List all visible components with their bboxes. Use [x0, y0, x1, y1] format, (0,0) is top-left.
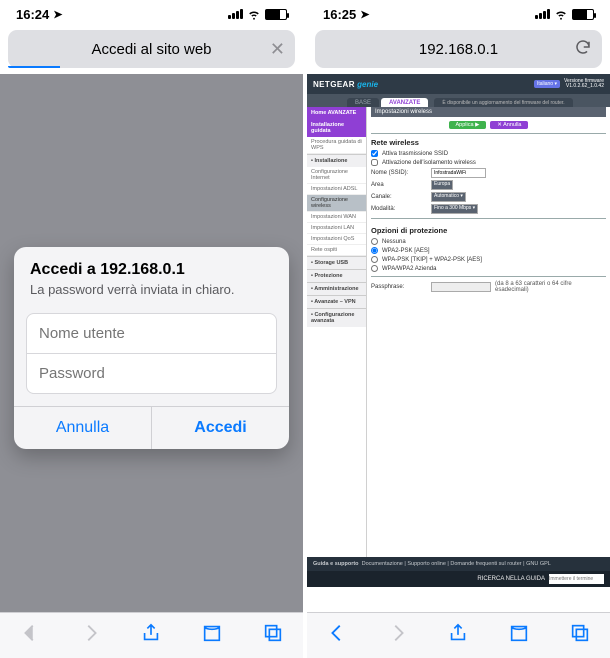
search-label: RICERCA NELLA GUIDA: [477, 576, 545, 582]
ssid-input[interactable]: [431, 168, 486, 178]
username-field[interactable]: [27, 314, 276, 353]
sidebar: Home AVANZATE Installazione guidata Proc…: [307, 107, 367, 557]
security-wpa2[interactable]: [371, 247, 378, 254]
address-title: Accedi al sito web: [91, 41, 211, 58]
page-dimmed-backdrop: Accedi a 192.168.0.1 La password verrà i…: [0, 74, 303, 612]
safari-toolbar: [307, 612, 610, 658]
share-button[interactable]: [140, 622, 162, 649]
location-icon: ➤: [360, 8, 369, 21]
dialog-title: Accedi a 192.168.0.1: [30, 261, 273, 279]
phone-right: 16:25 ➤ 192.168.0.1 NETGEAR genie Italia…: [307, 0, 610, 658]
sidebar-wps[interactable]: Procedura guidata di WPS: [307, 137, 366, 154]
status-time: 16:25: [323, 7, 356, 22]
security-mixed[interactable]: [371, 256, 378, 263]
passphrase-note: (da 8 a 63 caratteri o 64 cifre esadecim…: [495, 281, 606, 293]
safari-toolbar: [0, 612, 303, 658]
address-title: 192.168.0.1: [419, 41, 498, 58]
location-icon: ➤: [53, 8, 62, 21]
sidebar-item[interactable]: Impostazioni ADSL: [307, 184, 366, 195]
sidebar-home[interactable]: Home AVANZATE: [307, 107, 366, 119]
sidebar-cat[interactable]: • Amministrazione: [307, 282, 366, 295]
passphrase-input[interactable]: [431, 282, 491, 292]
router-footer-help: Guida e supporto Documentazione | Suppor…: [307, 557, 610, 571]
http-auth-dialog: Accedi a 192.168.0.1 La password verrà i…: [14, 247, 289, 449]
help-search-input[interactable]: [549, 574, 604, 584]
language-selector[interactable]: Italiano ▾: [534, 80, 560, 88]
settings-panel: Impostazioni wireless Applica ▶ ✕ Annull…: [367, 107, 610, 557]
section-security: Opzioni di protezione: [371, 222, 606, 237]
sidebar-wizard[interactable]: Installazione guidata: [307, 119, 366, 137]
cellular-icon: [228, 9, 243, 19]
battery-icon: [265, 9, 287, 20]
wifi-icon: [247, 7, 261, 21]
login-button[interactable]: Accedi: [152, 407, 289, 449]
security-none[interactable]: [371, 238, 378, 245]
reload-icon[interactable]: [574, 38, 592, 60]
tabs-button[interactable]: [569, 622, 591, 649]
wifi-icon: [554, 7, 568, 21]
dialog-message: La password verrà inviata in chiaro.: [30, 282, 273, 297]
sidebar-item[interactable]: Rete ospiti: [307, 245, 366, 256]
area-select[interactable]: Europa: [431, 180, 453, 190]
security-enterprise[interactable]: [371, 265, 378, 272]
battery-icon: [572, 9, 594, 20]
password-field[interactable]: [27, 354, 276, 393]
sidebar-item[interactable]: Configurazione Internet: [307, 167, 366, 184]
tabs-button[interactable]: [262, 622, 284, 649]
sidebar-item-selected[interactable]: Configurazione wireless: [307, 195, 366, 212]
loading-progress: [8, 66, 60, 68]
back-button[interactable]: [326, 622, 348, 649]
netgear-logo: NETGEAR genie: [313, 80, 378, 89]
cancel-button[interactable]: Annulla: [14, 407, 152, 449]
status-bar: 16:25 ➤: [307, 0, 610, 28]
sidebar-item[interactable]: Impostazioni WAN: [307, 212, 366, 223]
section-wireless: Rete wireless: [371, 134, 606, 149]
passphrase-label: Passphrase:: [371, 284, 427, 290]
tab-advanced[interactable]: AVANZATE: [381, 98, 428, 107]
firmware-version: Versione firmwareV1.0.2.62_1.0.42: [564, 79, 604, 90]
address-bar[interactable]: Accedi al sito web ✕: [8, 30, 295, 68]
stop-loading-icon[interactable]: ✕: [270, 39, 285, 60]
phone-left: 16:24 ➤ Accedi al sito web ✕ Accedi a 19…: [0, 0, 303, 658]
sidebar-setup-header[interactable]: • Installazione: [307, 154, 366, 167]
sidebar-item[interactable]: Impostazioni QoS: [307, 234, 366, 245]
router-page: NETGEAR genie Italiano ▾ Versione firmwa…: [307, 74, 610, 612]
forward-button: [387, 622, 409, 649]
mode-select[interactable]: Fino a 300 Mbps ▾: [431, 204, 478, 214]
router-header: NETGEAR genie Italiano ▾ Versione firmwa…: [307, 74, 610, 94]
panel-title: Impostazioni wireless: [371, 107, 606, 117]
bookmarks-button[interactable]: [201, 622, 223, 649]
bookmarks-button[interactable]: [508, 622, 530, 649]
share-button[interactable]: [447, 622, 469, 649]
cancel-button[interactable]: ✕ Annulla: [490, 121, 528, 129]
channel-select[interactable]: Automatico ▾: [431, 192, 466, 202]
sidebar-cat[interactable]: • Configurazione avanzata: [307, 308, 366, 327]
main-tabs: BASE AVANZATE È disponibile un aggiornam…: [307, 94, 610, 107]
cellular-icon: [535, 9, 550, 19]
apply-button[interactable]: Applica ▶: [449, 121, 487, 129]
sidebar-item[interactable]: Impostazioni LAN: [307, 223, 366, 234]
sidebar-cat[interactable]: • Protezione: [307, 269, 366, 282]
forward-button: [80, 622, 102, 649]
sidebar-cat[interactable]: • Storage USB: [307, 256, 366, 269]
status-bar: 16:24 ➤: [0, 0, 303, 28]
status-time: 16:24: [16, 7, 49, 22]
sidebar-cat[interactable]: • Avanzate – VPN: [307, 295, 366, 308]
back-button: [19, 622, 41, 649]
address-bar[interactable]: 192.168.0.1: [315, 30, 602, 68]
enable-isolation-checkbox[interactable]: [371, 159, 378, 166]
router-footer-search: RICERCA NELLA GUIDA: [307, 571, 610, 587]
tab-basic[interactable]: BASE: [347, 98, 379, 107]
enable-ssid-checkbox[interactable]: [371, 150, 378, 157]
firmware-alert[interactable]: È disponibile un aggiornamento del firmw…: [434, 98, 572, 107]
